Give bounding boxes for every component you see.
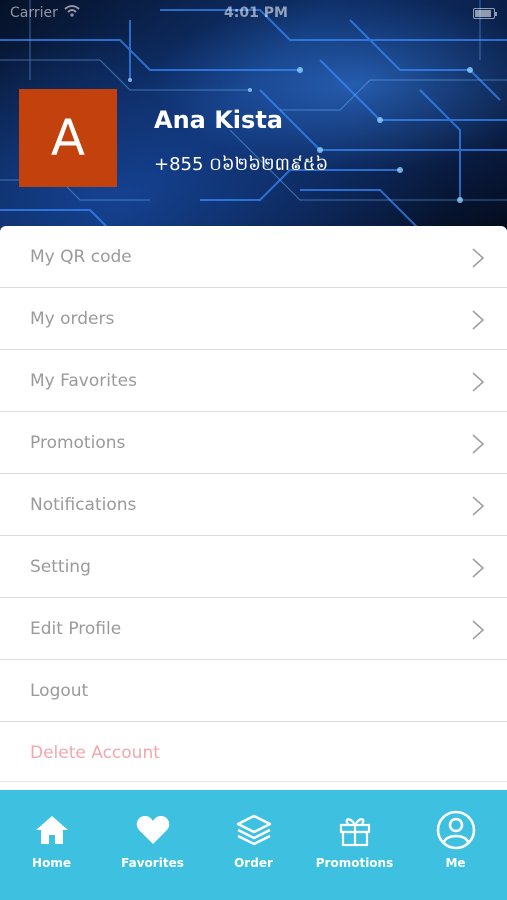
profile-header: Carrier 4:01 PM A Ana Kista +855 ០៦២៦២៣៩… <box>0 0 507 240</box>
menu-item-logout[interactable]: Logout <box>0 660 507 722</box>
wifi-icon <box>64 4 80 22</box>
battery-icon <box>473 8 497 19</box>
tab-label: Favorites <box>121 856 184 870</box>
tab-label: Order <box>234 856 273 870</box>
tab-label: Home <box>32 856 71 870</box>
menu-item-label: Edit Profile <box>30 618 122 639</box>
chevron-right-icon <box>471 309 485 336</box>
divider <box>0 781 507 782</box>
tab-order[interactable]: Order <box>203 790 304 900</box>
profile-menu: My QR code My orders My Favorites Promot… <box>0 226 507 784</box>
tab-favorites[interactable]: Favorites <box>102 790 203 900</box>
chevron-right-icon <box>471 557 485 584</box>
user-phone: +855 ០៦២៦២៣៩៥៦ <box>154 154 329 175</box>
tab-label: Promotions <box>315 856 394 870</box>
menu-item-notifications[interactable]: Notifications <box>0 474 507 536</box>
status-bar: Carrier 4:01 PM <box>0 0 507 28</box>
tab-me[interactable]: Me <box>405 790 506 900</box>
menu-item-delete-account[interactable]: Delete Account <box>0 722 507 784</box>
menu-item-my-favorites[interactable]: My Favorites <box>0 350 507 412</box>
gift-icon <box>335 810 375 850</box>
chevron-right-icon <box>471 433 485 460</box>
tab-bar: Home Favorites Order Promotions Me <box>0 790 507 900</box>
heart-icon <box>133 810 173 850</box>
menu-item-my-qr-code[interactable]: My QR code <box>0 226 507 288</box>
chevron-right-icon <box>471 247 485 274</box>
menu-item-edit-profile[interactable]: Edit Profile <box>0 598 507 660</box>
menu-item-label: Notifications <box>30 494 137 515</box>
menu-item-label: Delete Account <box>30 743 160 763</box>
tab-label: Me <box>445 856 466 870</box>
chevron-right-icon <box>471 495 485 522</box>
menu-item-label: My orders <box>30 308 115 329</box>
menu-item-label: Setting <box>30 556 91 577</box>
avatar[interactable]: A <box>19 89 117 187</box>
menu-item-label: Promotions <box>30 432 126 453</box>
menu-item-label: Logout <box>30 680 89 701</box>
user-circle-icon <box>436 810 476 850</box>
home-icon <box>32 810 72 850</box>
tab-promotions[interactable]: Promotions <box>304 790 405 900</box>
layers-icon <box>234 810 274 850</box>
menu-item-label: My QR code <box>30 246 132 267</box>
menu-item-setting[interactable]: Setting <box>0 536 507 598</box>
status-time: 4:01 PM <box>224 5 288 21</box>
menu-item-my-orders[interactable]: My orders <box>0 288 507 350</box>
carrier-label: Carrier <box>10 5 58 21</box>
user-name: Ana Kista <box>154 106 283 134</box>
chevron-right-icon <box>471 619 485 646</box>
tab-home[interactable]: Home <box>1 790 102 900</box>
menu-item-promotions[interactable]: Promotions <box>0 412 507 474</box>
menu-item-label: My Favorites <box>30 370 137 391</box>
chevron-right-icon <box>471 371 485 398</box>
